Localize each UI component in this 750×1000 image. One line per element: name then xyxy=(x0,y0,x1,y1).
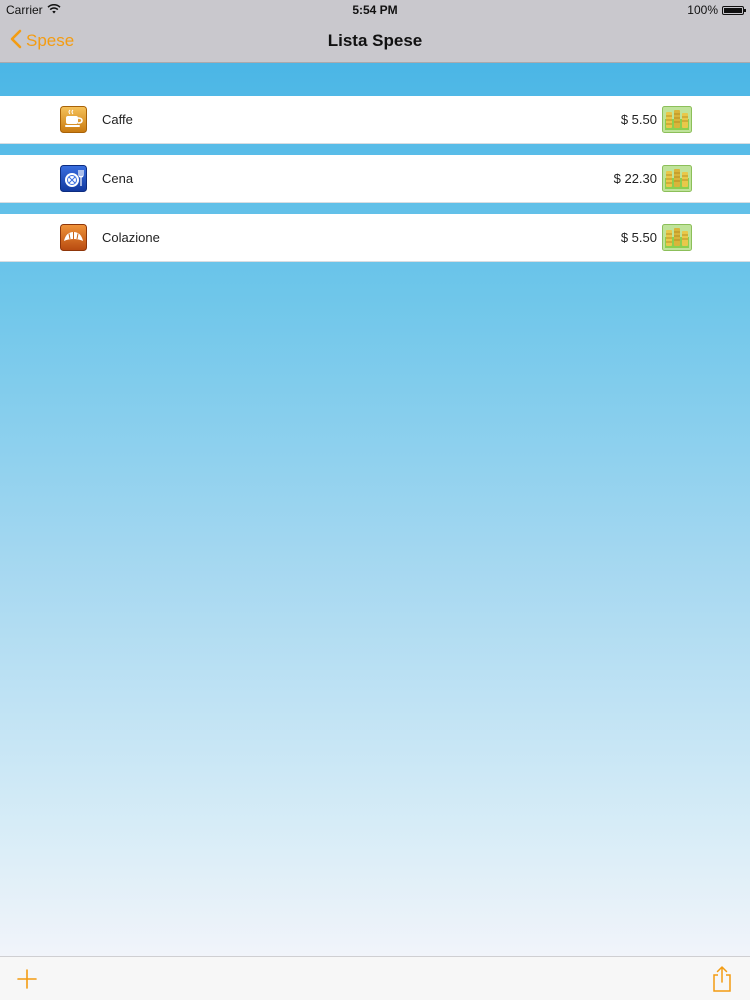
add-expense-button[interactable] xyxy=(14,966,40,992)
expense-amount: $ 5.50 xyxy=(620,112,657,127)
navigation-bar: Spese Lista Spese xyxy=(0,20,750,63)
battery-percent: 100% xyxy=(687,3,718,17)
share-icon xyxy=(713,966,731,992)
expense-name: Colazione xyxy=(102,230,160,245)
expense-row-colazione[interactable]: Colazione $ 5.50 xyxy=(0,214,750,262)
expense-name: Caffe xyxy=(102,112,133,127)
status-time: 5:54 PM xyxy=(352,3,398,17)
status-bar: Carrier 5:54 PM 100% xyxy=(0,0,750,20)
expense-amount: $ 5.50 xyxy=(620,230,657,245)
status-right: 100% xyxy=(687,3,746,17)
money-stack-icon xyxy=(662,224,692,251)
expense-row-caffe[interactable]: Caffe $ 5.50 xyxy=(0,96,750,144)
dinner-plate-icon xyxy=(60,165,87,192)
expense-name: Cena xyxy=(102,171,134,186)
croissant-icon xyxy=(60,224,87,251)
share-button[interactable] xyxy=(710,965,734,993)
page-title: Lista Spese xyxy=(327,31,423,50)
money-stack-icon xyxy=(662,165,692,192)
bottom-toolbar xyxy=(0,956,750,1000)
plus-icon xyxy=(17,969,37,989)
coffee-cup-icon xyxy=(60,106,87,133)
expense-list-area: Caffe $ 5.50 Cena $ 22.30 Colazione $ 5.… xyxy=(0,63,750,956)
expense-list: Caffe $ 5.50 Cena $ 22.30 Colazione $ 5.… xyxy=(0,96,750,262)
expense-row-cena[interactable]: Cena $ 22.30 xyxy=(0,155,750,203)
battery-icon xyxy=(722,5,746,15)
money-stack-icon xyxy=(662,106,692,133)
expense-amount: $ 22.30 xyxy=(613,171,657,186)
